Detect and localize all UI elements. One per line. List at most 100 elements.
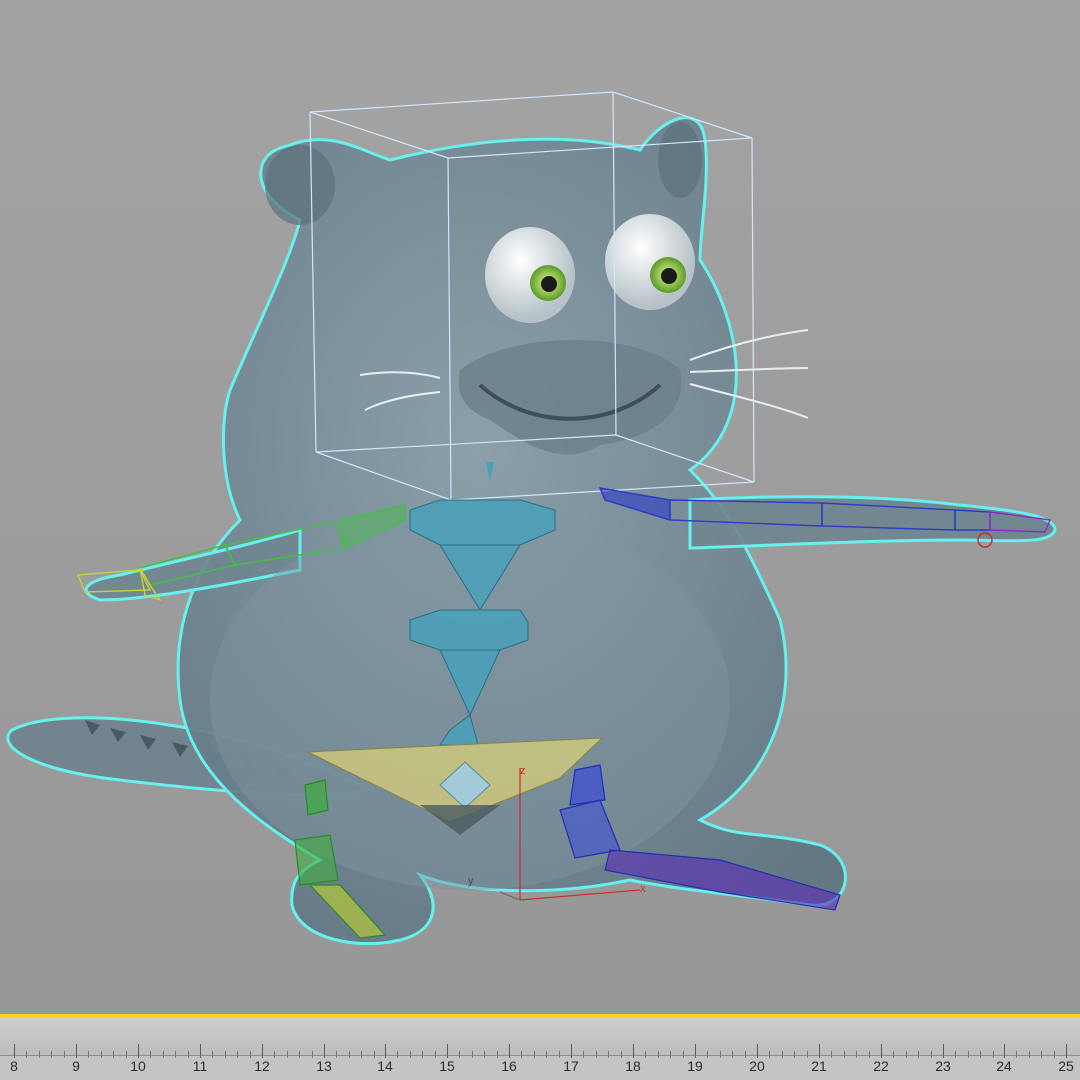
frame-subtick	[51, 1051, 52, 1058]
frame-label: 9	[72, 1058, 80, 1074]
frame-subtick	[101, 1051, 102, 1058]
frame-subtick	[782, 1051, 783, 1058]
frame-subtick	[658, 1051, 659, 1058]
3d-viewport[interactable]: z x y	[0, 0, 1080, 1014]
frame-subtick	[769, 1051, 770, 1058]
frame-subtick	[968, 1051, 969, 1058]
axis-z-label: z	[520, 765, 526, 777]
frame-label: 22	[873, 1058, 889, 1074]
frame-subtick	[497, 1051, 498, 1058]
frame-tick	[881, 1044, 882, 1058]
frame-subtick	[435, 1051, 436, 1058]
frame-tick	[14, 1044, 15, 1058]
frame-subtick	[287, 1051, 288, 1058]
frame-subtick	[546, 1051, 547, 1058]
frame-subtick	[1016, 1051, 1017, 1058]
frame-tick	[819, 1044, 820, 1058]
frame-subtick	[113, 1051, 114, 1058]
frame-label: 21	[811, 1058, 827, 1074]
frame-subtick	[397, 1051, 398, 1058]
frame-subtick	[88, 1051, 89, 1058]
frame-subtick	[732, 1051, 733, 1058]
frame-label: 19	[687, 1058, 703, 1074]
frame-subtick	[212, 1051, 213, 1058]
timeline[interactable]	[0, 1014, 1080, 1080]
frame-label: 11	[192, 1058, 208, 1074]
frame-label: 15	[439, 1058, 455, 1074]
frame-tick	[1066, 1044, 1067, 1058]
frame-tick	[571, 1044, 572, 1058]
frame-subtick	[188, 1051, 189, 1058]
frame-subtick	[1029, 1051, 1030, 1058]
frame-tick	[943, 1044, 944, 1058]
frame-subtick	[472, 1051, 473, 1058]
frame-subtick	[374, 1051, 375, 1058]
frame-subtick	[583, 1051, 584, 1058]
frame-label: 12	[254, 1058, 270, 1074]
frame-subtick	[1041, 1051, 1042, 1058]
frame-subtick	[993, 1051, 994, 1058]
frame-subtick	[39, 1051, 40, 1058]
frame-subtick	[670, 1051, 671, 1058]
frame-label: 24	[996, 1058, 1012, 1074]
ear-left	[265, 145, 335, 225]
frame-subtick	[645, 1051, 646, 1058]
frame-subtick	[1054, 1051, 1055, 1058]
frame-subtick	[349, 1051, 350, 1058]
frame-subtick	[225, 1051, 226, 1058]
frame-subtick	[980, 1051, 981, 1058]
frame-subtick	[844, 1051, 845, 1058]
frame-tick	[324, 1044, 325, 1058]
frame-tick	[509, 1044, 510, 1058]
frame-subtick	[250, 1051, 251, 1058]
frame-subtick	[26, 1051, 27, 1058]
frame-subtick	[484, 1051, 485, 1058]
frame-subtick	[869, 1051, 870, 1058]
frame-subtick	[534, 1051, 535, 1058]
frame-label: 16	[501, 1058, 517, 1074]
axis-x-label: x	[640, 883, 646, 895]
frame-label: 20	[749, 1058, 765, 1074]
frame-subtick	[683, 1051, 684, 1058]
frame-subtick	[336, 1051, 337, 1058]
frame-label: 14	[377, 1058, 393, 1074]
frame-subtick	[459, 1051, 460, 1058]
frame-label: 10	[130, 1058, 146, 1074]
frame-tick	[262, 1044, 263, 1058]
track-bar[interactable]	[0, 1056, 1080, 1080]
spine-bone-3	[409, 609, 529, 651]
frame-label: 13	[316, 1058, 332, 1074]
frame-subtick	[720, 1051, 721, 1058]
eye-left	[485, 227, 575, 323]
frame-subtick	[745, 1051, 746, 1058]
frame-subtick	[955, 1051, 956, 1058]
frame-subtick	[931, 1051, 932, 1058]
frame-subtick	[893, 1051, 894, 1058]
frame-subtick	[410, 1051, 411, 1058]
axis-y-label: y	[468, 875, 474, 887]
frame-subtick	[163, 1051, 164, 1058]
frame-tick	[757, 1044, 758, 1058]
frame-subtick	[299, 1051, 300, 1058]
frame-subtick	[918, 1051, 919, 1058]
frame-tick	[1004, 1044, 1005, 1058]
frame-label: 25	[1058, 1058, 1074, 1074]
frame-subtick	[521, 1051, 522, 1058]
frame-label: 8	[10, 1058, 18, 1074]
frame-subtick	[64, 1051, 65, 1058]
frame-tick	[138, 1044, 139, 1058]
frame-subtick	[608, 1051, 609, 1058]
frame-tick	[200, 1044, 201, 1058]
frame-label: 18	[625, 1058, 641, 1074]
frame-subtick	[559, 1051, 560, 1058]
frame-subtick	[422, 1051, 423, 1058]
frame-subtick	[807, 1051, 808, 1058]
frame-subtick	[126, 1051, 127, 1058]
frame-tick	[695, 1044, 696, 1058]
scene-canvas[interactable]: z x y	[0, 0, 1080, 1014]
frame-subtick	[707, 1051, 708, 1058]
frame-label: 23	[935, 1058, 951, 1074]
frame-subtick	[175, 1051, 176, 1058]
frame-subtick	[794, 1051, 795, 1058]
frame-subtick	[237, 1051, 238, 1058]
